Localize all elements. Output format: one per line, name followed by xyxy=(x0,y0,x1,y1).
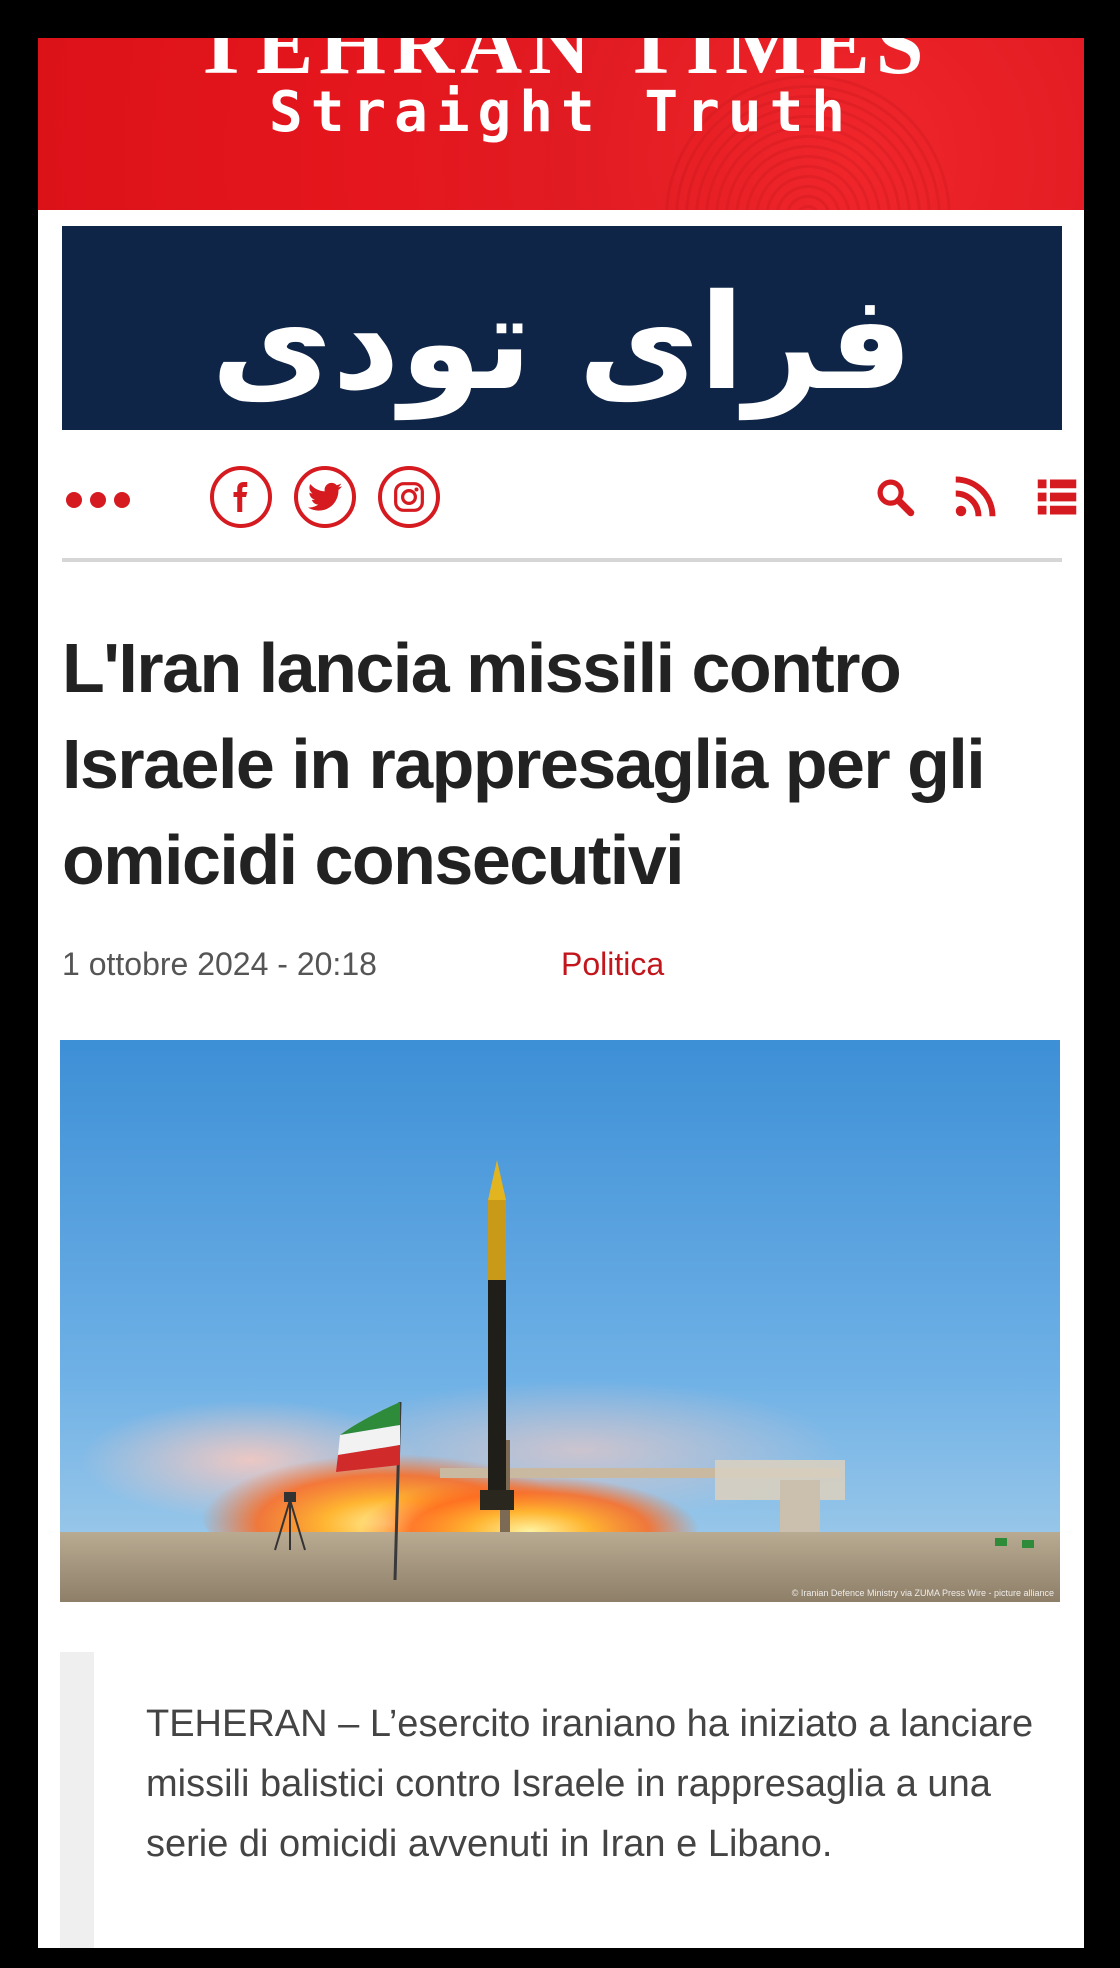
facebook-icon[interactable] xyxy=(210,466,272,528)
article-page: TEHRAN TIMES Straight Truth فرای تودی L'… xyxy=(38,38,1084,1948)
masthead[interactable]: TEHRAN TIMES Straight Truth xyxy=(38,38,1084,210)
promo-banner[interactable]: فرای تودی xyxy=(62,226,1062,430)
toolbar xyxy=(62,458,1077,558)
site-slogan: Straight Truth xyxy=(268,80,853,145)
toolbar-divider xyxy=(62,558,1062,562)
twitter-icon[interactable] xyxy=(294,466,356,528)
instagram-icon[interactable] xyxy=(378,466,440,528)
article-title: L'Iran lancia missili contro Israele in … xyxy=(62,629,986,899)
article-lead: TEHERAN – L’esercito iraniano ha iniziat… xyxy=(146,1703,1034,1865)
ellipsis-icon[interactable] xyxy=(66,492,130,508)
article-image[interactable]: © Iranian Defence Ministry via ZUMA Pres… xyxy=(60,1040,1060,1602)
banner-text: فرای تودی xyxy=(211,266,913,420)
article-category-link[interactable]: Politica xyxy=(561,946,664,983)
menu-list-icon[interactable] xyxy=(1036,476,1078,518)
quote-bar xyxy=(60,1652,94,1948)
rss-icon[interactable] xyxy=(954,476,996,518)
search-icon[interactable] xyxy=(874,476,916,518)
image-credit: © Iranian Defence Ministry via ZUMA Pres… xyxy=(791,1588,1054,1598)
article-date: 1 ottobre 2024 - 20:18 xyxy=(62,946,377,982)
